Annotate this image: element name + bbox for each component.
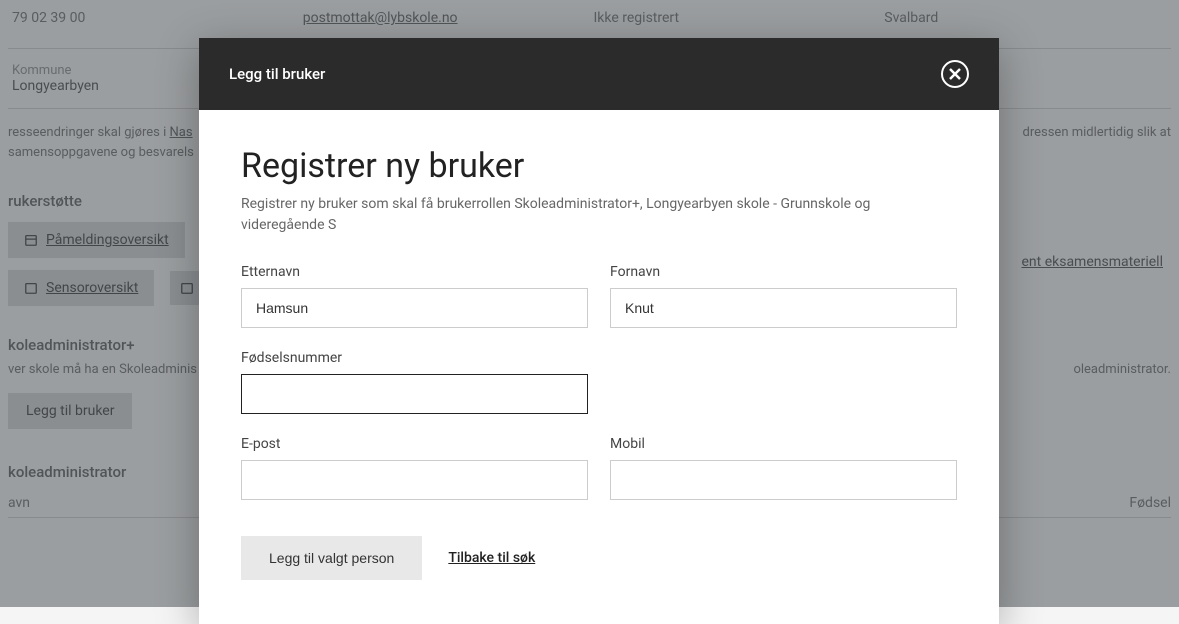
mobil-label: Mobil: [610, 436, 957, 452]
back-to-search-link[interactable]: Tilbake til søk: [448, 550, 535, 566]
modal-header-title: Legg til bruker: [229, 65, 325, 83]
fodselsnummer-label: Fødselsnummer: [241, 350, 588, 366]
modal-header: Legg til bruker: [199, 38, 999, 110]
add-user-modal: Legg til bruker Registrer ny bruker Regi…: [199, 38, 999, 624]
mobil-input[interactable]: [610, 460, 957, 500]
close-icon: [949, 68, 961, 80]
modal-body: Registrer ny bruker Registrer ny bruker …: [199, 110, 999, 624]
fornavn-label: Fornavn: [610, 264, 957, 280]
etternavn-label: Etternavn: [241, 264, 588, 280]
epost-input[interactable]: [241, 460, 588, 500]
modal-title: Registrer ny bruker: [241, 146, 957, 186]
fornavn-input[interactable]: [610, 288, 957, 328]
epost-label: E-post: [241, 436, 588, 452]
submit-button[interactable]: Legg til valgt person: [241, 536, 422, 580]
etternavn-input[interactable]: [241, 288, 588, 328]
modal-description: Registrer ny bruker som skal få brukerro…: [241, 194, 901, 236]
fodselsnummer-input[interactable]: [241, 374, 588, 414]
close-button[interactable]: [941, 60, 969, 88]
